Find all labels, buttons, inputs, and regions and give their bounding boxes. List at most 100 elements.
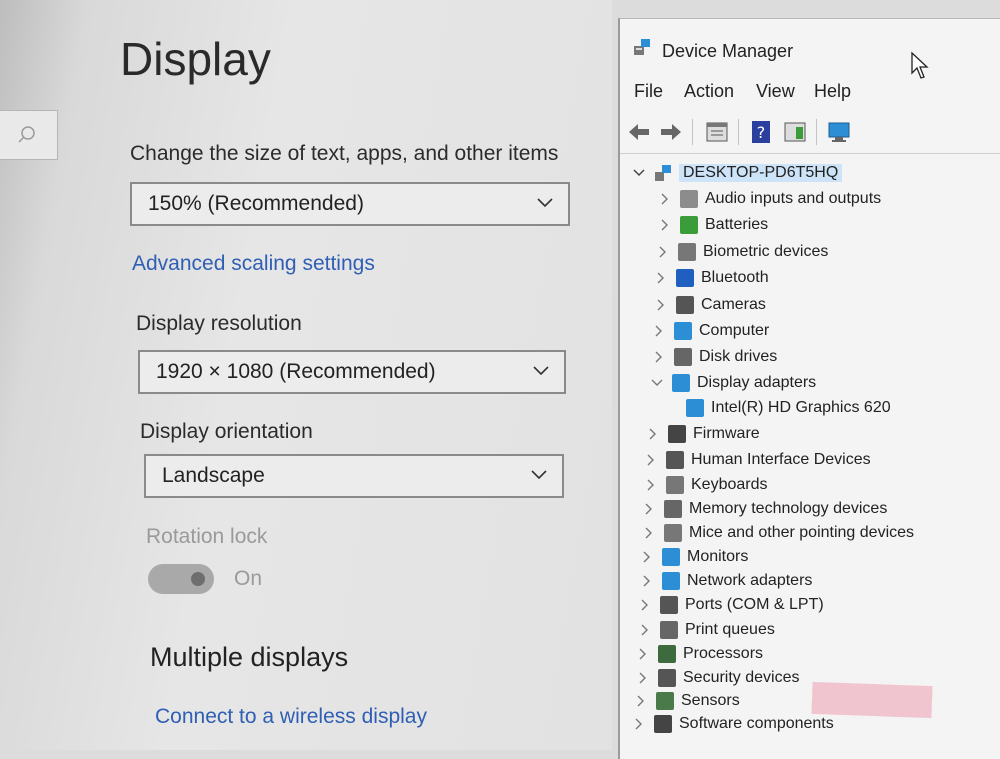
chevron-right-icon[interactable] — [634, 694, 648, 708]
tree-category[interactable]: Security devices — [636, 666, 800, 690]
menu-action[interactable]: Action — [684, 81, 734, 102]
tree-root[interactable]: DESKTOP-PD6T5HQ — [632, 161, 843, 185]
title-bar[interactable]: Device Manager — [620, 19, 1000, 79]
toolbar: ? — [620, 111, 1000, 154]
keyboard-icon — [666, 476, 684, 494]
tree-category[interactable]: Ports (COM & LPT) — [638, 593, 824, 617]
tree-category[interactable]: Display adapters — [650, 371, 816, 395]
sticky-note — [811, 681, 933, 719]
chevron-right-icon[interactable] — [644, 478, 658, 492]
chevron-right-icon[interactable] — [632, 717, 646, 731]
chevron-right-icon[interactable] — [642, 502, 656, 516]
chevron-down-icon[interactable] — [650, 376, 664, 390]
tree-category[interactable]: Audio inputs and outputs — [658, 187, 881, 211]
properties-icon[interactable] — [704, 119, 730, 145]
tree-item-label: Audio inputs and outputs — [705, 190, 882, 207]
tree-category[interactable]: Monitors — [640, 545, 748, 569]
resolution-label: Display resolution — [136, 312, 302, 335]
chevron-right-icon[interactable] — [638, 623, 652, 637]
tree-item-label: Keyboards — [691, 476, 768, 493]
resolution-dropdown[interactable]: 1920 × 1080 (Recommended) — [138, 350, 566, 394]
tree-category[interactable]: Keyboards — [644, 473, 768, 497]
chevron-right-icon[interactable] — [646, 427, 660, 441]
tree-category[interactable]: Memory technology devices — [642, 497, 887, 521]
scan-hardware-icon[interactable] — [826, 119, 852, 145]
monitor-icon — [674, 322, 692, 340]
chevron-right-icon[interactable] — [658, 192, 672, 206]
tree-item-label: Batteries — [705, 216, 769, 233]
tree-category[interactable]: Network adapters — [640, 569, 812, 593]
tree-category[interactable]: Human Interface Devices — [644, 448, 871, 472]
chevron-right-icon[interactable] — [656, 245, 670, 259]
rotation-lock-toggle[interactable] — [148, 564, 214, 594]
tree-category[interactable]: Mice and other pointing devices — [642, 521, 914, 545]
help-icon[interactable]: ? — [748, 119, 774, 145]
tree-category[interactable]: Bluetooth — [654, 266, 769, 290]
orientation-value: Landscape — [162, 464, 265, 487]
scale-dropdown[interactable]: 150% (Recommended) — [130, 182, 570, 226]
sensor-icon — [656, 692, 674, 710]
tree-item-label: Firmware — [693, 425, 760, 442]
advanced-scaling-link[interactable]: Advanced scaling settings — [132, 252, 375, 276]
toolbar-separator — [816, 119, 817, 145]
mouse-cursor-icon — [911, 51, 929, 79]
rotation-lock-state: On — [234, 567, 263, 590]
chevron-right-icon[interactable] — [644, 453, 658, 467]
chevron-right-icon[interactable] — [652, 324, 666, 338]
display-adapter-icon — [686, 399, 704, 417]
rotation-lock-label: Rotation lock — [146, 525, 268, 548]
chevron-right-icon[interactable] — [638, 598, 652, 612]
menu-help[interactable]: Help — [814, 81, 851, 102]
forward-arrow-icon[interactable] — [658, 119, 684, 145]
tree-category[interactable]: Disk drives — [652, 345, 777, 369]
chevron-right-icon[interactable] — [642, 526, 656, 540]
battery-icon — [680, 216, 698, 234]
tree-item-label: Biometric devices — [703, 243, 829, 260]
menu-view[interactable]: View — [756, 81, 795, 102]
tree-category[interactable]: Print queues — [638, 618, 775, 642]
tree-item-label: Processors — [683, 645, 764, 662]
bluetooth-icon — [676, 269, 694, 287]
toolbar-separator — [738, 119, 739, 145]
chevron-right-icon[interactable] — [636, 647, 650, 661]
tree-item-label: Print queues — [685, 621, 775, 638]
tree-category[interactable]: Batteries — [658, 213, 768, 237]
speaker-icon — [680, 190, 698, 208]
tree-category[interactable]: Cameras — [654, 293, 766, 317]
chevron-right-icon[interactable] — [654, 271, 668, 285]
tree-category[interactable]: Biometric devices — [656, 240, 828, 264]
multiple-displays-title: Multiple displays — [150, 642, 349, 672]
orientation-dropdown[interactable]: Landscape — [144, 454, 564, 498]
tree-category[interactable]: Sensors — [634, 689, 740, 713]
tree-category[interactable]: Software components — [632, 712, 834, 736]
root-computer-name: DESKTOP-PD6T5HQ — [679, 164, 843, 182]
wireless-display-link[interactable]: Connect to a wireless display — [155, 705, 427, 729]
network-icon — [662, 572, 680, 590]
chevron-down-icon — [533, 366, 549, 376]
chevron-right-icon[interactable] — [640, 574, 654, 588]
tree-item-label: Software components — [679, 715, 834, 732]
chevron-right-icon[interactable] — [640, 550, 654, 564]
search-box[interactable] — [0, 110, 58, 160]
window-title: Device Manager — [662, 41, 794, 61]
menu-bar: File Action View Help — [620, 79, 1000, 109]
action-pane-icon[interactable] — [782, 119, 808, 145]
resolution-value: 1920 × 1080 (Recommended) — [156, 360, 436, 383]
device-manager-icon — [634, 39, 650, 55]
tree-item-label: Monitors — [687, 548, 749, 565]
chevron-right-icon[interactable] — [654, 298, 668, 312]
chevron-right-icon[interactable] — [652, 350, 666, 364]
back-arrow-icon[interactable] — [626, 119, 652, 145]
display-settings-pane: Display Change the size of text, apps, a… — [0, 0, 612, 750]
menu-file[interactable]: File — [634, 81, 663, 102]
tree-category[interactable]: Firmware — [646, 422, 760, 446]
processor-icon — [658, 645, 676, 663]
mouse-icon — [664, 524, 682, 542]
search-icon — [18, 126, 35, 143]
tree-category[interactable]: Computer — [652, 319, 769, 343]
tree-category[interactable]: Processors — [636, 642, 763, 666]
chevron-right-icon[interactable] — [658, 218, 672, 232]
chevron-right-icon[interactable] — [636, 671, 650, 685]
tree-child-item[interactable]: Intel(R) HD Graphics 620 — [686, 396, 891, 420]
tree-item-label: Bluetooth — [701, 269, 769, 286]
